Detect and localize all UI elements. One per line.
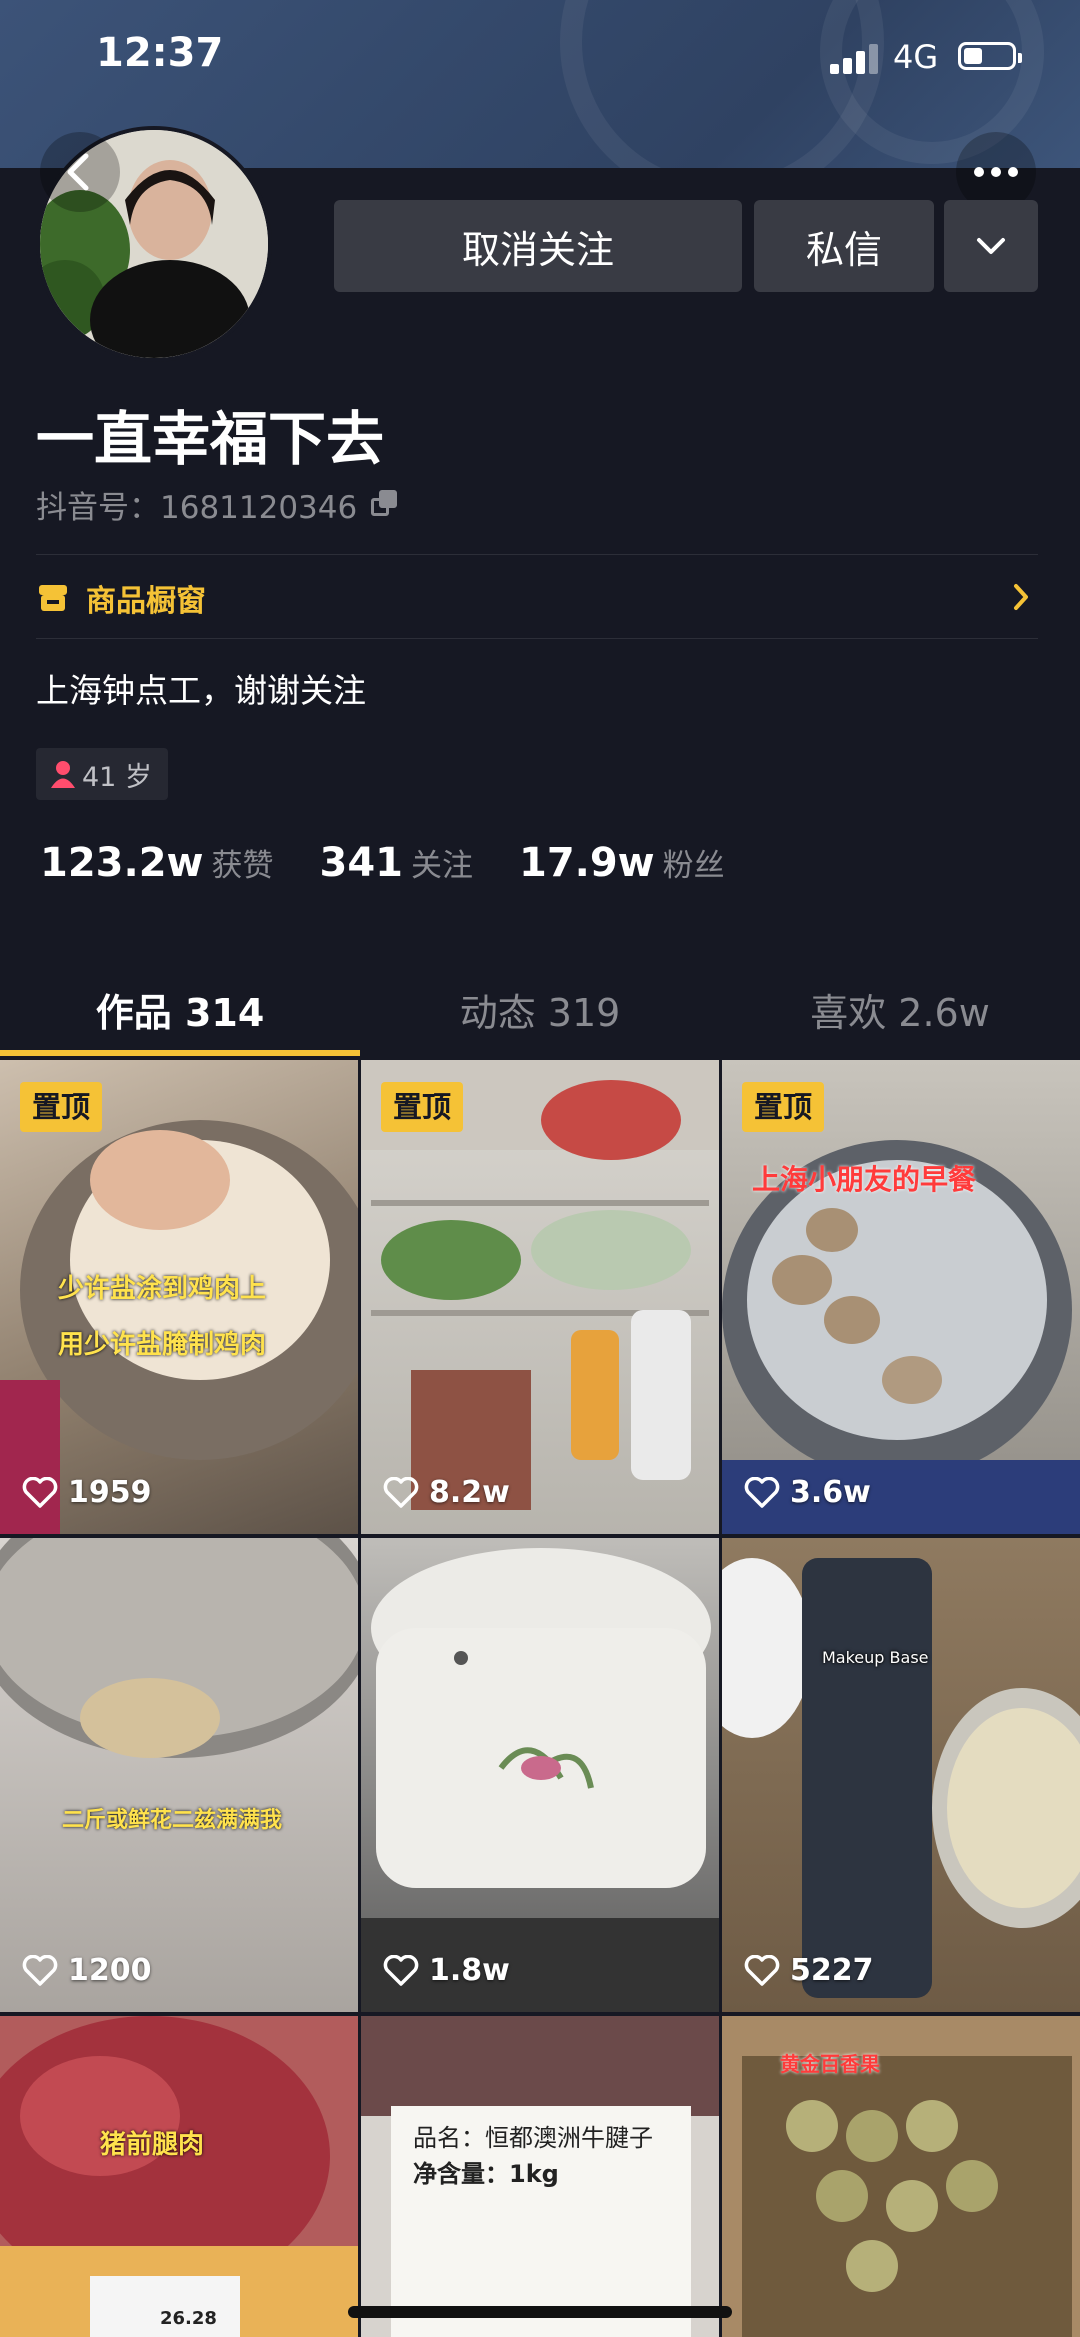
- chevron-left-icon: [67, 153, 89, 191]
- followers-label[interactable]: 粉丝: [663, 840, 725, 885]
- like-count: 8.2w: [383, 1475, 510, 1510]
- divider: [36, 638, 1038, 639]
- like-count-text: 5227: [790, 1953, 874, 1988]
- profile-stats: 123.2w 获赞 341 关注 17.9w 粉丝: [40, 840, 771, 886]
- tab-works[interactable]: 作品 314: [0, 982, 360, 1037]
- like-count: 5227: [744, 1953, 874, 1988]
- like-count-text: 1.8w: [429, 1953, 510, 1988]
- profile-name: 一直幸福下去: [36, 405, 385, 473]
- status-time: 12:37: [96, 30, 224, 76]
- age-text: 41 岁: [82, 761, 152, 793]
- following-count[interactable]: 341: [319, 840, 403, 886]
- network-type: 4G: [893, 38, 939, 76]
- pinned-badge: 置顶: [381, 1082, 464, 1132]
- heart-icon: [383, 1954, 419, 1986]
- unfollow-button[interactable]: 取消关注: [334, 200, 742, 292]
- video-thumbnail[interactable]: 品名：恒都澳洲牛腱子 净含量：1kg: [361, 2016, 719, 2337]
- following-label[interactable]: 关注: [411, 840, 473, 885]
- video-caption: 猪前腿肉: [100, 2130, 205, 2160]
- back-button[interactable]: [40, 132, 120, 212]
- like-count-text: 1959: [68, 1475, 152, 1510]
- age-badge: 41 岁: [36, 748, 168, 800]
- bio: 上海钟点工，谢谢关注: [36, 671, 366, 710]
- likes-count: 123.2w: [40, 840, 204, 886]
- chevron-right-icon: [1014, 584, 1028, 610]
- chevron-down-icon: [977, 238, 1005, 254]
- followers-count[interactable]: 17.9w: [519, 840, 655, 886]
- video-caption: 二斤或鲜花二兹满满我: [62, 1808, 283, 1833]
- heart-icon: [744, 1476, 780, 1508]
- product-name: 品名：恒都澳洲牛腱子: [413, 2124, 653, 2152]
- divider: [36, 554, 1038, 555]
- video-caption: 上海小朋友的早餐: [752, 1163, 977, 1196]
- tab-likes[interactable]: 喜欢 2.6w: [720, 982, 1080, 1037]
- video-thumbnail[interactable]: 1.8w: [361, 1538, 719, 2012]
- heart-icon: [383, 1476, 419, 1508]
- video-caption: Makeup Base: [822, 1648, 929, 1667]
- price-label: 26.28: [160, 2308, 217, 2329]
- product-weight: 净含量：1kg: [413, 2160, 559, 2188]
- shop-icon: [39, 585, 67, 611]
- signal-icon: [830, 42, 878, 74]
- video-caption: 少许盐涂到鸡肉上: [58, 1274, 267, 1304]
- product-showcase-row[interactable]: 商品橱窗: [36, 560, 1038, 636]
- like-count-text: 3.6w: [790, 1475, 871, 1510]
- like-count: 1200: [22, 1953, 152, 1988]
- video-caption: 黄金百香果: [780, 2052, 880, 2076]
- video-thumbnail[interactable]: 置顶 上海小朋友的早餐 3.6w: [722, 1060, 1080, 1534]
- female-icon: [51, 761, 75, 788]
- heart-icon: [22, 1476, 58, 1508]
- video-thumbnail[interactable]: Makeup Base 5227: [722, 1538, 1080, 2012]
- douyin-id: 抖音号：1681120346: [36, 482, 401, 527]
- video-thumbnail[interactable]: 猪前腿肉 26.28: [0, 2016, 358, 2337]
- heart-icon: [22, 1954, 58, 1986]
- video-thumbnail[interactable]: 黄金百香果: [722, 2016, 1080, 2337]
- douyin-id-text: 抖音号：1681120346: [36, 490, 358, 526]
- copy-icon[interactable]: [371, 489, 401, 520]
- message-button[interactable]: 私信: [754, 200, 934, 292]
- video-thumbnail[interactable]: 置顶 少许盐涂到鸡肉上 用少许盐腌制鸡肉 1959: [0, 1060, 358, 1534]
- video-thumbnail[interactable]: 置顶 8.2w: [361, 1060, 719, 1534]
- like-count-text: 1200: [68, 1953, 152, 1988]
- like-count: 3.6w: [744, 1475, 871, 1510]
- pinned-badge: 置顶: [20, 1082, 103, 1132]
- tab-posts[interactable]: 动态 319: [360, 982, 720, 1037]
- like-count: 1.8w: [383, 1953, 510, 1988]
- tab-indicator: [0, 1050, 360, 1056]
- content-tabs: 作品 314 动态 319 喜欢 2.6w: [0, 964, 1080, 1060]
- like-count: 1959: [22, 1475, 152, 1510]
- shop-label: 商品橱窗: [86, 584, 206, 619]
- pinned-badge: 置顶: [742, 1082, 825, 1132]
- video-caption: 用少许盐腌制鸡肉: [58, 1330, 267, 1360]
- battery-icon: [958, 42, 1022, 70]
- more-icon: [974, 167, 1018, 177]
- heart-icon: [744, 1954, 780, 1986]
- likes-label: 获赞: [211, 848, 274, 884]
- home-indicator: [348, 2306, 732, 2318]
- like-count-text: 8.2w: [429, 1475, 510, 1510]
- recommend-dropdown-button[interactable]: [944, 200, 1038, 292]
- video-thumbnail[interactable]: 二斤或鲜花二兹满满我 1200: [0, 1538, 358, 2012]
